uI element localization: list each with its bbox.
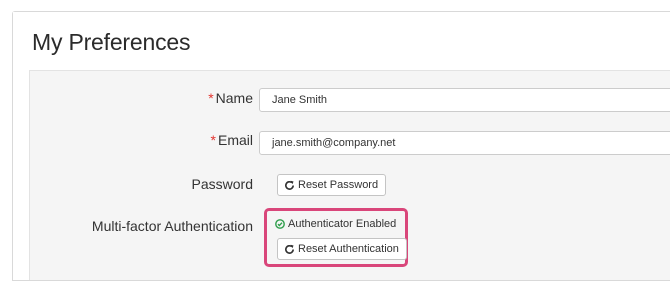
- name-field[interactable]: Jane Smith: [259, 88, 670, 112]
- panel-header: My Preferences: [13, 12, 670, 70]
- required-marker: *: [208, 90, 214, 106]
- refresh-icon: [285, 180, 294, 190]
- refresh-icon: [285, 244, 294, 254]
- name-label: Name: [215, 90, 253, 106]
- email-field[interactable]: jane.smith@company.net: [259, 131, 670, 155]
- page-title: My Preferences: [32, 29, 191, 55]
- password-label: Password: [191, 176, 253, 192]
- reset-password-button[interactable]: Reset Password: [277, 174, 387, 196]
- reset-password-label: Reset Password: [298, 179, 379, 191]
- reset-authentication-button[interactable]: Reset Authentication: [277, 238, 407, 260]
- reset-authentication-label: Reset Authentication: [298, 243, 399, 255]
- check-circle-icon: [275, 219, 285, 229]
- name-label-row: * Name: [208, 90, 253, 106]
- email-label-row: * Email: [211, 132, 253, 148]
- mfa-label: Multi-factor Authentication: [91, 218, 253, 234]
- email-label: Email: [217, 132, 253, 148]
- mfa-status: Authenticator Enabled: [275, 218, 396, 230]
- mfa-status-text: Authenticator Enabled: [288, 218, 397, 230]
- required-marker: *: [210, 132, 216, 148]
